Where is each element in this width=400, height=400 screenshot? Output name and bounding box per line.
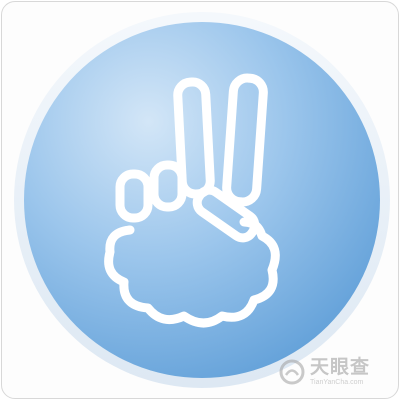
watermark: 天眼查 TianYanCha.com bbox=[278, 356, 388, 390]
app-icon-tile[interactable]: 天眼查 TianYanCha.com bbox=[1, 1, 399, 399]
watermark-subtext: TianYanCha.com bbox=[310, 379, 364, 386]
watermark-text: 天眼查 bbox=[310, 356, 371, 378]
victory-hand-logo bbox=[14, 12, 390, 388]
tianyancha-logo-icon bbox=[279, 359, 305, 385]
